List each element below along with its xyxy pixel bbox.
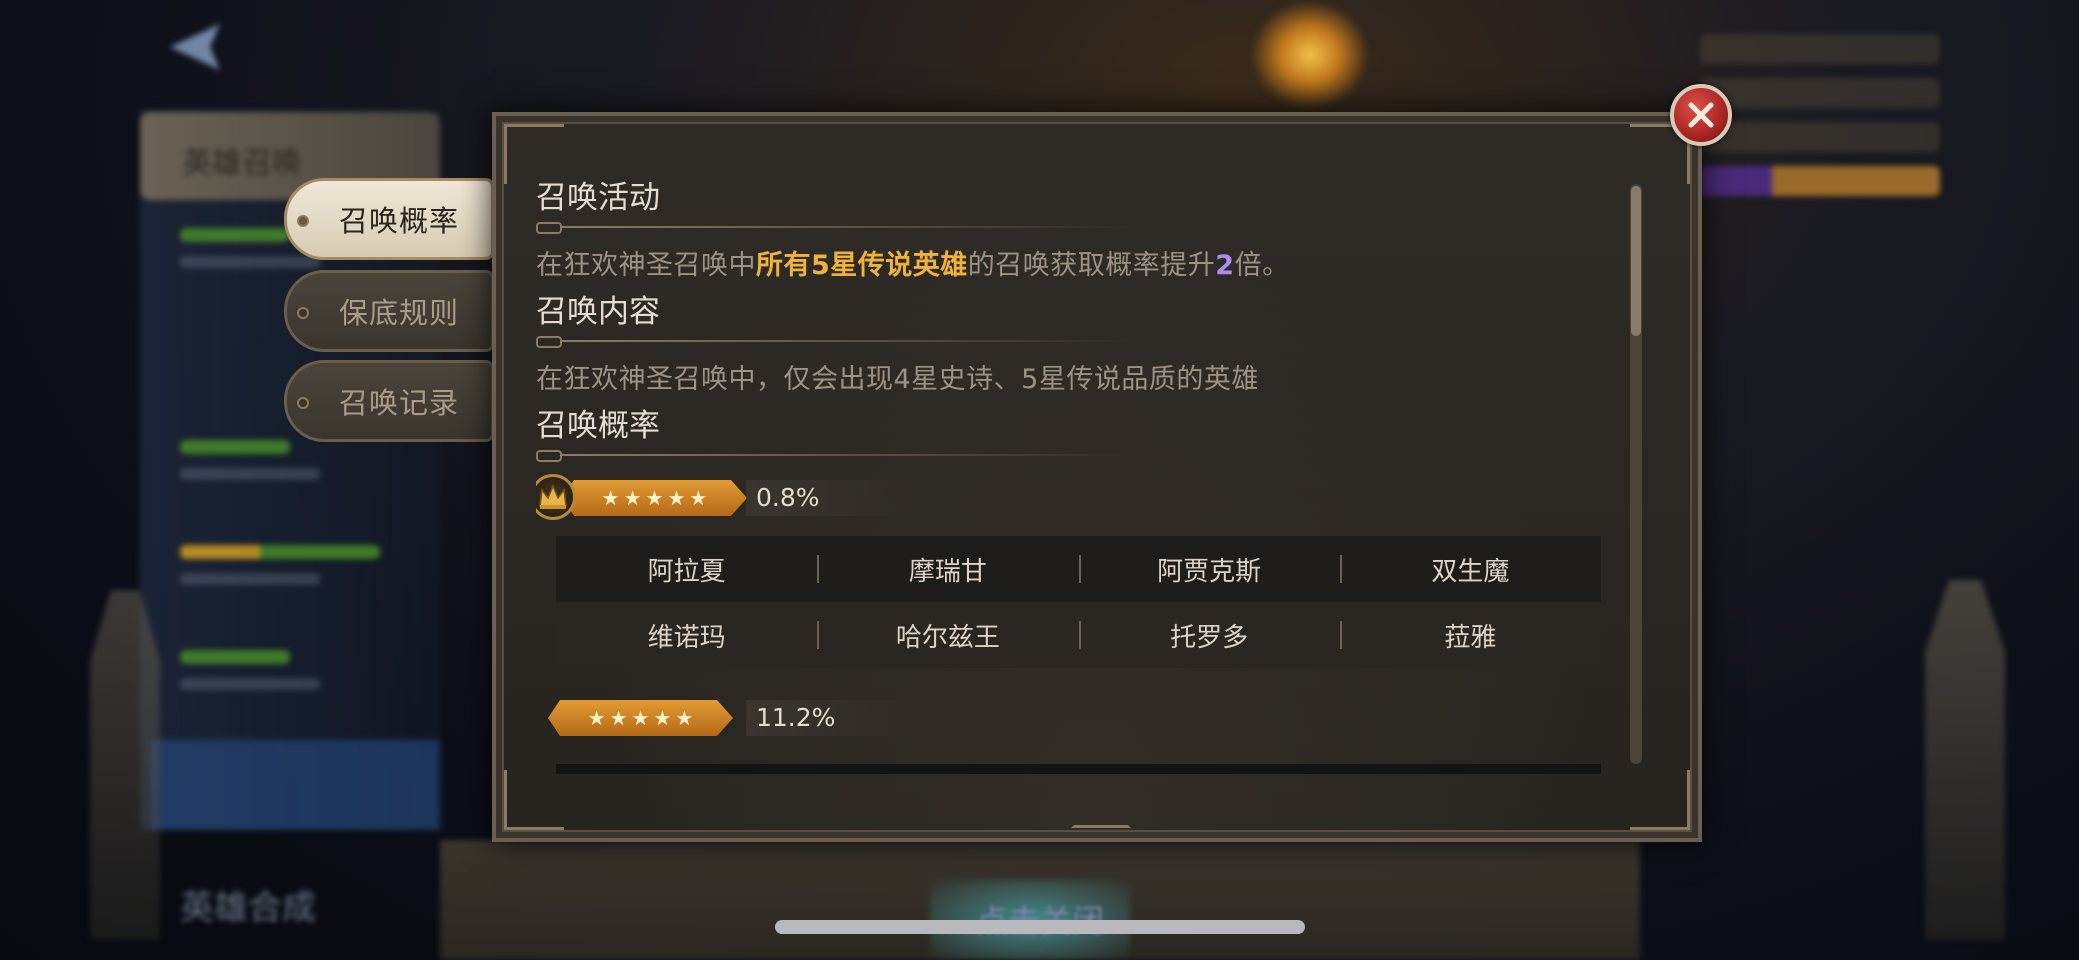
rate-value: 11.2% — [756, 703, 836, 732]
hero-name: 双生魔 — [1339, 551, 1601, 588]
hero-name: 菈雅 — [1339, 617, 1601, 654]
background-list-item — [180, 545, 400, 605]
title-underline — [536, 334, 1136, 348]
back-arrow-icon[interactable] — [170, 22, 250, 72]
hero-table: 阿拉夏 摩瑞甘 阿贾克斯 双生魔 维诺玛 哈尔兹王 托罗多 菈雅 — [556, 536, 1601, 668]
star-icon: ★ — [609, 706, 628, 730]
tab-indicator-dot — [297, 307, 309, 319]
highlight-multiplier: 2 — [1215, 250, 1235, 281]
tab-summon-history[interactable]: 召唤记录 — [284, 360, 494, 442]
hero-name: 摩瑞甘 — [817, 551, 1078, 588]
star-icon: ★ — [631, 706, 650, 730]
hero-name: 哈尔兹王 — [817, 617, 1078, 654]
activity-description: 在狂欢神圣召唤中所有5星传说英雄的召唤获取概率提升2倍。 — [536, 250, 1290, 281]
star-icon: ★ — [667, 486, 686, 510]
rate-value: 0.8% — [756, 483, 820, 512]
background-left-bottom-label: 英雄合成 — [180, 888, 316, 928]
title-underline — [536, 448, 1136, 462]
background-tower — [1925, 580, 2005, 940]
tab-summon-probability[interactable]: 召唤概率 — [284, 178, 494, 260]
background-list-item — [180, 650, 400, 710]
star-icon: ★ — [587, 706, 606, 730]
close-button[interactable] — [1670, 84, 1732, 146]
section-title-content: 召唤内容 — [536, 294, 660, 330]
background-right-panel — [1700, 20, 1940, 290]
background-list-item — [180, 440, 400, 500]
tap-to-close-hint[interactable]: 点击关闭 — [960, 896, 1120, 942]
scrollbar[interactable] — [1630, 184, 1642, 764]
background-selected-item — [150, 740, 440, 830]
frame-corner — [1630, 770, 1690, 830]
content-description: 在狂欢神圣召唤中，仅会出现4星史诗、5星传说品质的英雄 — [536, 364, 1259, 395]
star-icon: ★ — [675, 706, 694, 730]
crown-icon — [536, 474, 576, 520]
background-tower — [90, 590, 160, 940]
dialog-scroll-content[interactable]: 召唤活动 在狂欢神圣召唤中所有5星传说英雄的召唤获取概率提升2倍。 召唤内容 在… — [536, 176, 1606, 816]
summon-info-dialog: 召唤活动 在狂欢神圣召唤中所有5星传说英雄的召唤获取概率提升2倍。 召唤内容 在… — [492, 112, 1702, 842]
hero-name: 阿拉夏 — [647, 556, 726, 587]
tab-label: 召唤记录 — [338, 386, 459, 420]
table-row: 阿拉夏 摩瑞甘 阿贾克斯 双生魔 — [556, 536, 1601, 602]
title-underline — [536, 220, 1136, 234]
tab-label: 召唤概率 — [338, 204, 459, 238]
hero-name: 阿贾克斯 — [1078, 551, 1340, 588]
hero-table-next — [556, 764, 1601, 774]
frame-corner — [504, 124, 564, 184]
torch-glow — [1250, 0, 1370, 110]
tab-pity-rules[interactable]: 保底规则 — [284, 270, 494, 352]
background-left-bottom: 英雄合成 — [140, 860, 440, 940]
star-icon: ★ — [601, 486, 620, 510]
section-title-activity: 召唤活动 — [536, 180, 660, 216]
home-indicator[interactable] — [775, 920, 1305, 934]
table-row: 维诺玛 哈尔兹王 托罗多 菈雅 — [556, 602, 1601, 668]
star-icon: ★ — [623, 486, 642, 510]
tab-label: 保底规则 — [338, 296, 459, 330]
five-star-ribbon: ★ ★ ★ ★ ★ — [562, 480, 747, 516]
tab-indicator-dot — [297, 215, 309, 227]
star-icon: ★ — [645, 486, 664, 510]
five-star-ribbon: ★ ★ ★ ★ ★ — [548, 700, 733, 736]
rate-tier-standard: ★ ★ ★ ★ ★ 11.2% — [536, 690, 1606, 746]
star-icon: ★ — [689, 486, 708, 510]
hero-name: 托罗多 — [1078, 617, 1340, 654]
highlight-legendary-heroes: 所有5星传说英雄 — [756, 250, 968, 281]
section-title-probability: 召唤概率 — [536, 408, 660, 444]
scrollbar-thumb[interactable] — [1631, 186, 1641, 336]
close-icon — [1688, 102, 1714, 128]
star-icon: ★ — [653, 706, 672, 730]
rate-tier-crown: ★ ★ ★ ★ ★ 0.8% — [536, 470, 1606, 526]
hero-name: 维诺玛 — [647, 622, 726, 653]
background-left-tab-label: 英雄召唤 — [182, 146, 302, 181]
tab-indicator-dot — [297, 397, 309, 409]
